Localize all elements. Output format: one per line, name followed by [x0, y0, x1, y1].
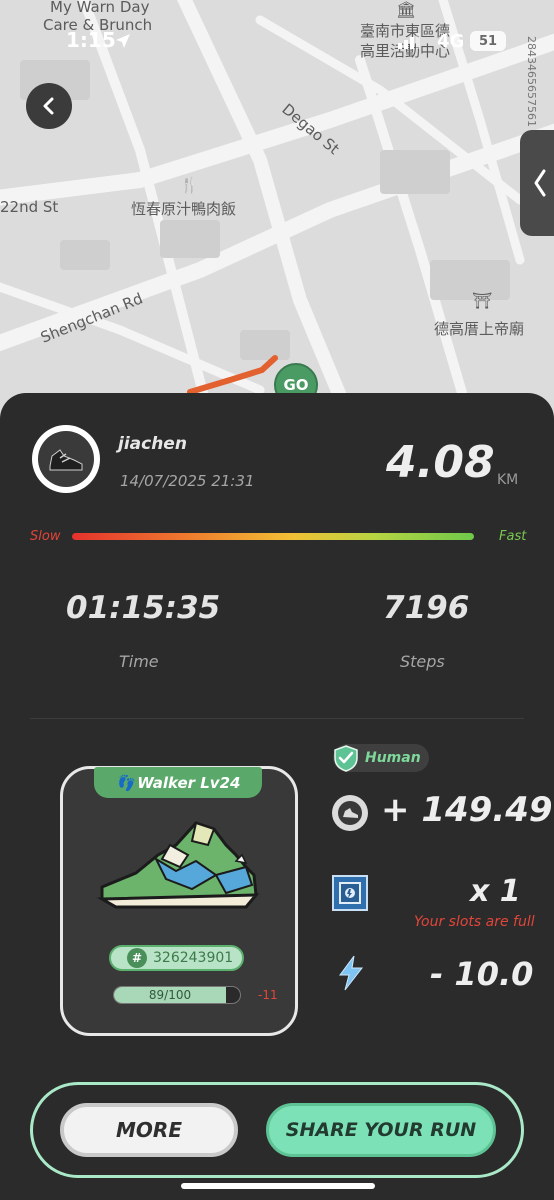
- map-streets: [0, 0, 554, 420]
- chevron-left-icon: [43, 97, 54, 115]
- avatar: [32, 425, 100, 493]
- distance-value: 4.08: [386, 437, 495, 488]
- slots-full-warning: Your slots are full: [414, 914, 535, 930]
- map-view[interactable]: My Warn Day Care & Brunch 臺南市東區德 高里活動中心 …: [0, 0, 554, 420]
- home-indicator: [181, 1183, 375, 1189]
- sneaker-coin-icon: [338, 801, 362, 825]
- time-value: 01:15:35: [66, 590, 221, 626]
- mystery-box-count: x 1: [470, 874, 521, 909]
- back-button[interactable]: [26, 83, 72, 129]
- map-poi-label: 德高厝上帝廟: [434, 320, 525, 338]
- fork-knife-icon: 🍴: [180, 176, 199, 194]
- shield-check-icon: [334, 745, 358, 772]
- lightning-icon: [339, 955, 364, 991]
- more-button[interactable]: MORE: [60, 1103, 238, 1157]
- sneaker-level-label: Walker Lv24: [137, 773, 241, 792]
- sneaker-id-badge: # 326243901: [109, 945, 244, 971]
- sneaker-image: [96, 821, 260, 909]
- hash-icon: #: [127, 948, 147, 968]
- share-run-button[interactable]: SHARE YOUR RUN: [266, 1103, 496, 1157]
- route-start-label: GO: [283, 376, 309, 394]
- share-button-label: SHARE YOUR RUN: [285, 1119, 477, 1141]
- durability-bar: 89/100: [113, 986, 241, 1004]
- building-icon: 🏛: [396, 0, 417, 19]
- distance-unit: KM: [497, 472, 519, 488]
- temple-icon: ⛩: [472, 291, 493, 310]
- side-panel-toggle[interactable]: [520, 130, 554, 236]
- energy-used-value: - 10.0: [430, 955, 534, 993]
- gst-earned-value: + 149.49: [381, 790, 553, 830]
- human-badge: Human: [333, 744, 429, 772]
- signal-icon: [398, 33, 420, 49]
- speed-fast-label: Fast: [499, 529, 527, 544]
- chevron-left-icon: [534, 169, 546, 197]
- divider: [30, 718, 524, 719]
- box-icon: [339, 882, 361, 904]
- mystery-box-icon: [332, 875, 368, 911]
- time-label: Time: [119, 652, 159, 671]
- footprint-icon: 👣: [115, 773, 135, 792]
- avatar-inner: [38, 431, 94, 487]
- run-datetime: 14/07/2025 21:31: [120, 472, 255, 490]
- speed-gradient-bar: [72, 533, 474, 540]
- location-arrow-icon: [116, 34, 130, 48]
- username: jiachen: [118, 434, 187, 454]
- sneaker-id: 326243901: [153, 950, 234, 966]
- sneaker-icon: [49, 449, 83, 471]
- more-button-label: MORE: [116, 1118, 182, 1142]
- durability-delta: -11: [258, 988, 278, 1002]
- status-time: 1:15: [66, 28, 116, 52]
- map-poi-label: 恆春原汁鴨肉飯: [131, 200, 237, 218]
- durability-text: 89/100: [148, 988, 192, 1002]
- network-type: 4G: [437, 31, 465, 52]
- gst-token-icon: [332, 795, 368, 831]
- map-vertical-code: 2843465657561: [525, 36, 538, 127]
- map-street-label: 22nd St: [0, 198, 59, 216]
- battery-icon: 51: [470, 31, 506, 51]
- battery-level: 51: [478, 33, 498, 49]
- sneaker-level-tab: 👣 Walker Lv24: [94, 767, 262, 798]
- human-label: Human: [365, 750, 421, 766]
- steps-label: Steps: [400, 652, 445, 671]
- steps-value: 7196: [383, 590, 470, 626]
- map-poi-label: My Warn Day: [50, 0, 150, 16]
- speed-slow-label: Slow: [30, 529, 61, 544]
